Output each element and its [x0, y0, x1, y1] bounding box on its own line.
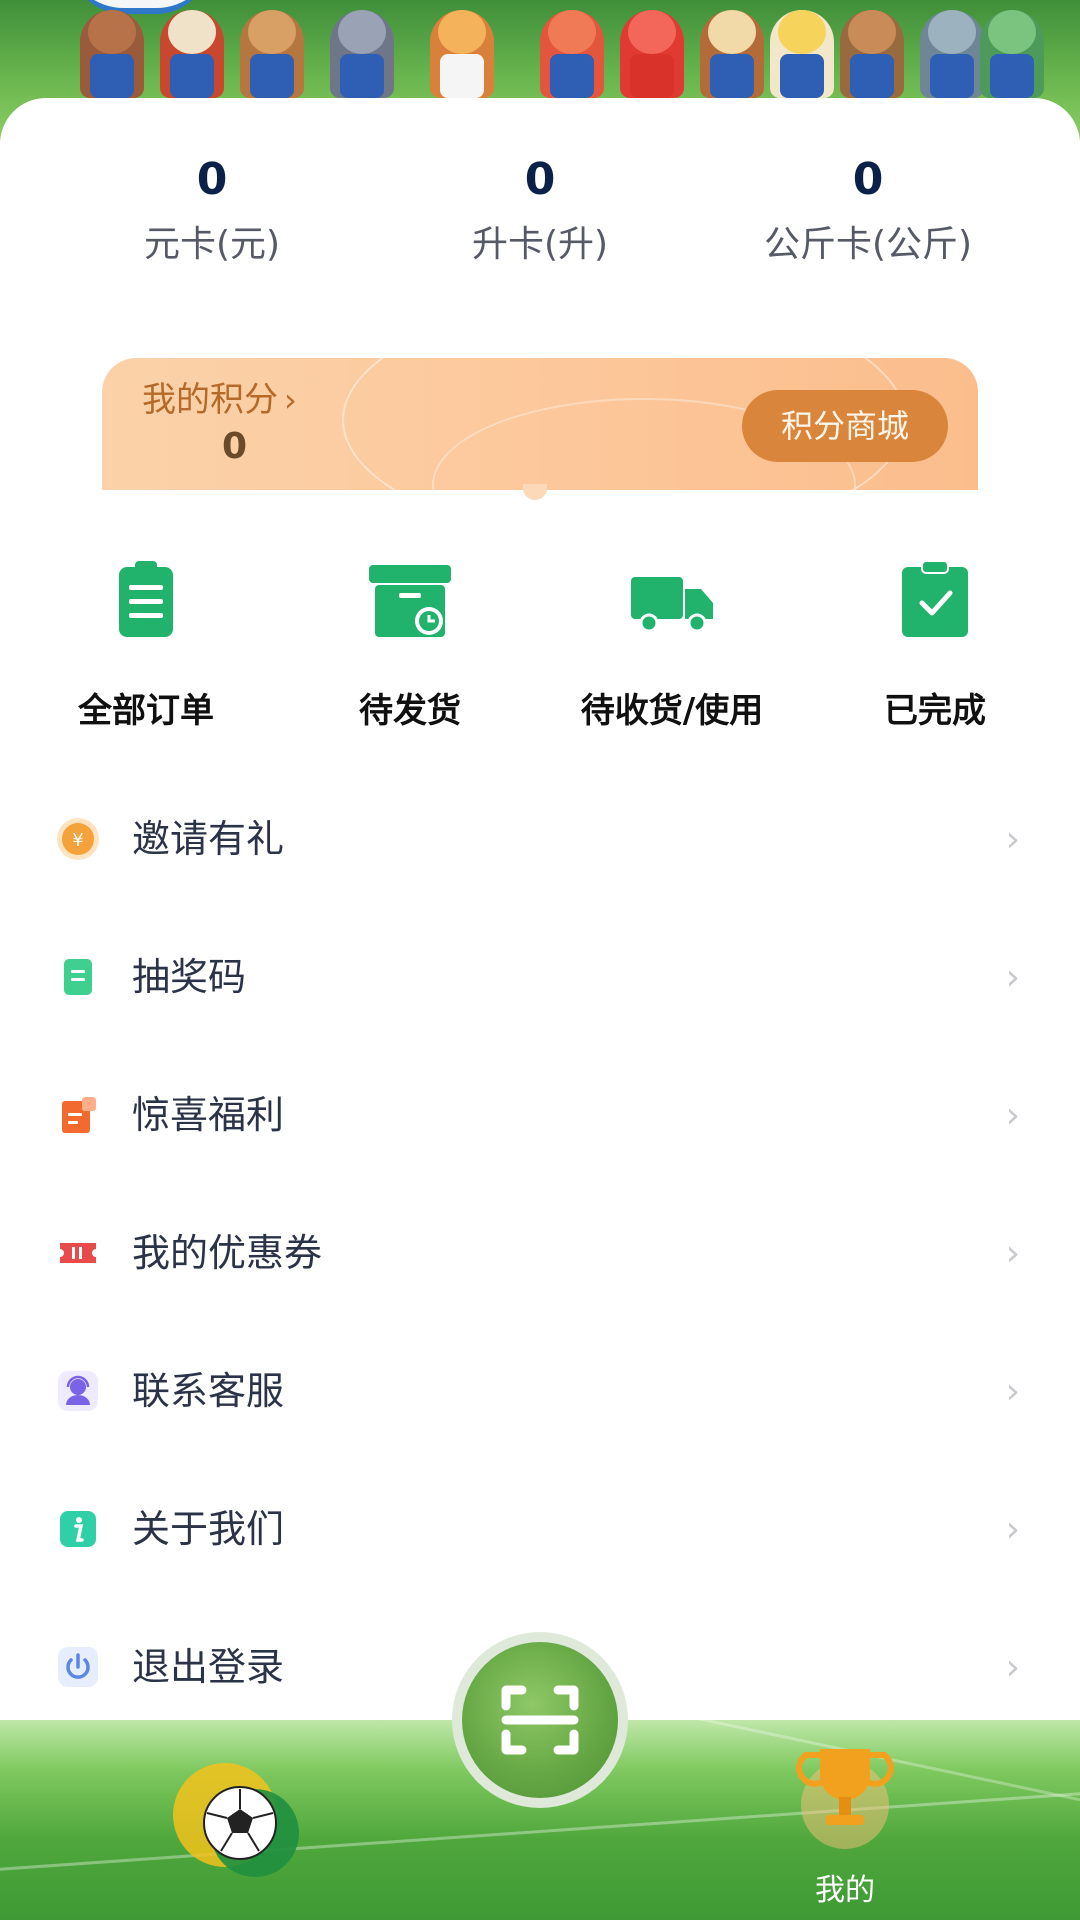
chevron-right-icon: › [1005, 1509, 1020, 1550]
stat-label: 元卡(元) [143, 224, 281, 265]
soccer-ball-icon[interactable] [165, 1745, 315, 1895]
truck-icon [631, 577, 713, 633]
menu-item-label: 我的优惠券 [132, 1231, 323, 1275]
coin-icon: ¥ [57, 818, 99, 860]
scan-icon [501, 1685, 579, 1755]
box-clock-icon [369, 565, 451, 637]
menu-item-label: 抽奖码 [132, 955, 247, 999]
mascot-figure [540, 10, 604, 98]
stat-value: 0 [196, 154, 228, 205]
points-title: 我的积分 [142, 380, 278, 420]
support-agent-icon [58, 1371, 98, 1411]
mascot-figure [240, 10, 304, 98]
menu-item-label: 联系客服 [132, 1369, 285, 1413]
order-pending-ship[interactable]: 待发货 [290, 555, 530, 735]
settings-menu: ¥ 邀请有礼 › 抽奖码 › 惊喜福利 › 我的优惠券 › 联系客服 › 关于我… [0, 770, 1080, 1736]
mascot-figure [980, 10, 1044, 98]
points-value: 0 [222, 426, 248, 467]
menu-item-lottery-code[interactable]: 抽奖码 › [0, 908, 1080, 1046]
order-label: 已完成 [884, 691, 986, 731]
stat-kilo-card[interactable]: 0 公斤卡(公斤) [708, 150, 1028, 270]
stat-value: 0 [852, 154, 884, 205]
order-pending-receive[interactable]: 待收货/使用 [552, 555, 792, 735]
points-mall-button[interactable]: 积分商城 [742, 390, 948, 462]
svg-text:¥: ¥ [72, 830, 83, 851]
stat-liter-card[interactable]: 0 升卡(升) [380, 150, 700, 270]
clipboard-check-icon [902, 560, 968, 637]
gift-doc-icon [62, 1097, 96, 1133]
menu-item-coupons[interactable]: 我的优惠券 › [0, 1184, 1080, 1322]
mascot-figure [700, 10, 764, 98]
mascot-figure [160, 10, 224, 98]
stat-label: 升卡(升) [471, 224, 609, 265]
info-icon [60, 1511, 96, 1547]
scan-button[interactable] [462, 1642, 618, 1798]
points-title-link[interactable]: 我的积分 › [142, 372, 297, 421]
menu-item-surprise-benefits[interactable]: 惊喜福利 › [0, 1046, 1080, 1184]
mascot-figure [330, 10, 394, 98]
menu-item-label: 惊喜福利 [132, 1093, 285, 1137]
chevron-right-icon: › [284, 381, 297, 419]
menu-item-label: 退出登录 [132, 1645, 285, 1689]
order-label: 待收货/使用 [580, 691, 764, 731]
menu-item-label: 关于我们 [132, 1507, 285, 1551]
trophy-icon[interactable] [790, 1735, 900, 1855]
mascot-figure [620, 10, 684, 98]
mascot-figure [770, 10, 834, 98]
order-shortcuts: 全部订单 待发货 待收货/使用 已完成 [0, 555, 1080, 735]
menu-item-invite[interactable]: ¥ 邀请有礼 › [0, 770, 1080, 908]
chevron-right-icon: › [1005, 957, 1020, 998]
menu-item-about-us[interactable]: 关于我们 › [0, 1460, 1080, 1598]
coupon-icon [60, 1243, 96, 1263]
balance-stats: 0 元卡(元) 0 升卡(升) 0 公斤卡(公斤) [0, 150, 1080, 290]
menu-item-label: 邀请有礼 [132, 817, 285, 861]
chevron-right-icon: › [1005, 1233, 1020, 1274]
order-all[interactable]: 全部订单 [26, 555, 266, 735]
power-icon [58, 1647, 98, 1687]
chevron-right-icon: › [1005, 819, 1020, 860]
stat-value: 0 [524, 154, 556, 205]
chevron-right-icon: › [1005, 1095, 1020, 1136]
clipboard-list-icon [119, 561, 173, 637]
order-label: 全部订单 [78, 691, 214, 731]
order-completed[interactable]: 已完成 [815, 555, 1055, 735]
mascot-figure [80, 10, 144, 98]
order-label: 待发货 [359, 691, 461, 731]
points-panel: 我的积分 › 0 积分商城 [102, 358, 978, 490]
mascot-figure [840, 10, 904, 98]
stat-label: 公斤卡(公斤) [763, 224, 973, 265]
ticket-code-icon [64, 959, 92, 995]
mascot-figure [430, 10, 494, 98]
mascot-figure [920, 10, 984, 98]
chevron-right-icon: › [1005, 1371, 1020, 1412]
stat-yuan-card[interactable]: 0 元卡(元) [52, 150, 372, 270]
nav-mine-label[interactable]: 我的 [790, 1865, 900, 1909]
menu-item-customer-service[interactable]: 联系客服 › [0, 1322, 1080, 1460]
chevron-right-icon: › [1005, 1647, 1020, 1688]
